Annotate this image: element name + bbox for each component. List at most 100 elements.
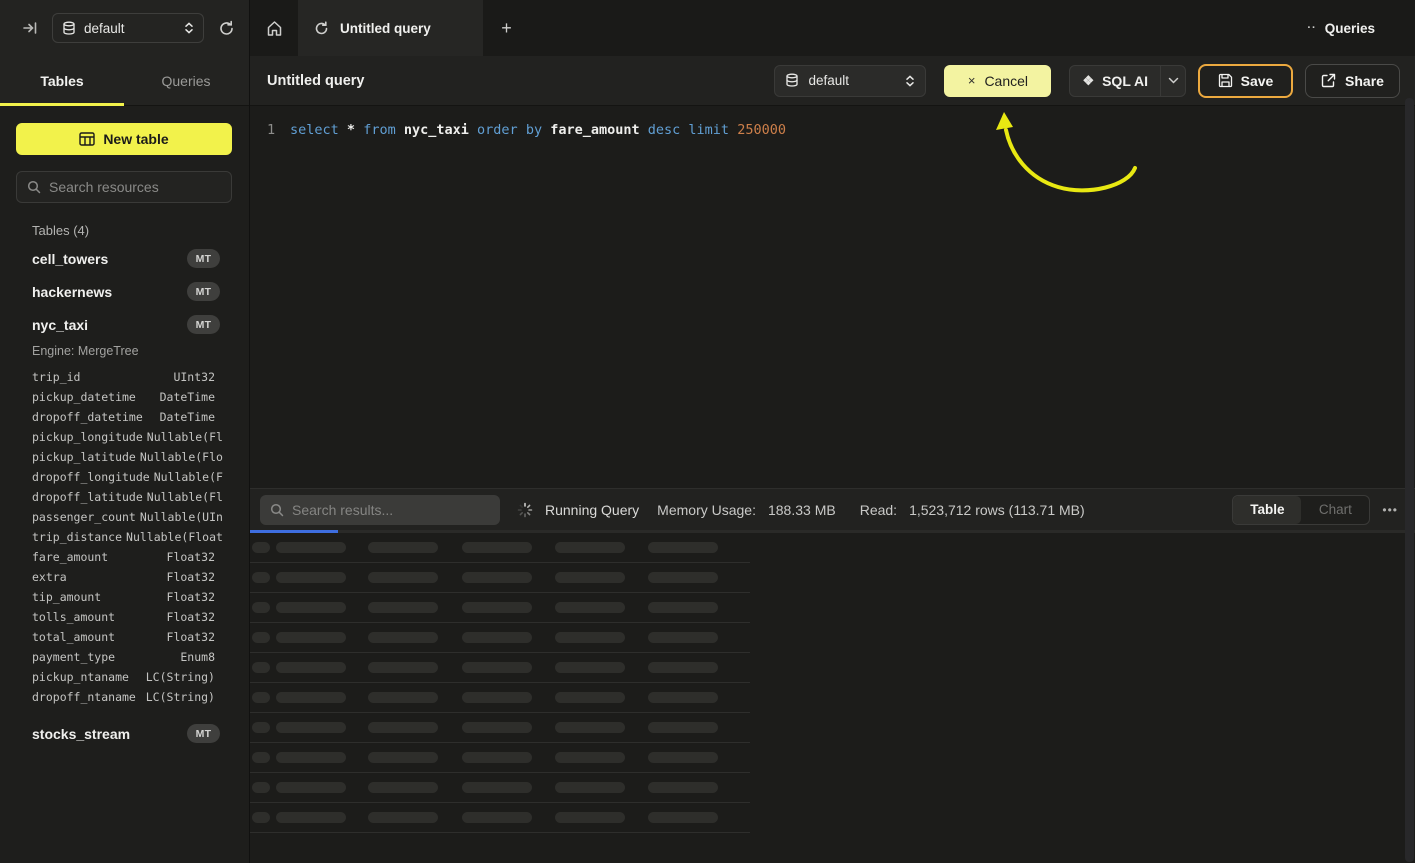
page-title: Untitled query — [267, 73, 364, 89]
cancel-button[interactable]: × Cancel — [944, 65, 1051, 97]
skeleton-cell — [368, 602, 438, 613]
skeleton-row — [250, 713, 750, 743]
topbar-database-selector[interactable]: default — [52, 13, 204, 43]
sync-icon — [314, 21, 329, 36]
sparkle-icon: ❖ — [1082, 73, 1094, 89]
column-row: dropoff_ntanameLC(String) — [32, 687, 215, 707]
cancel-label: Cancel — [984, 73, 1028, 89]
skeleton-cell — [555, 632, 625, 643]
sidebar-collapse-icon[interactable] — [22, 20, 38, 36]
line-number: 1 — [267, 120, 290, 140]
table-grid-icon — [79, 132, 95, 146]
skeleton-cell — [252, 752, 270, 763]
search-resources-input[interactable] — [49, 179, 230, 195]
sidebar-table-cell_towers[interactable]: cell_towersMT — [0, 242, 232, 275]
top-bar: default Untitled query + ·· Queries — [0, 0, 1415, 56]
new-table-button[interactable]: New table — [16, 123, 232, 155]
skeleton-cell — [368, 692, 438, 703]
header-database-value: default — [808, 73, 896, 88]
refresh-icon[interactable] — [218, 20, 235, 37]
sql-ai-dropdown[interactable] — [1160, 66, 1185, 96]
skeleton-table — [250, 533, 1415, 833]
column-row: extraFloat32 — [32, 567, 215, 587]
sidebar-tab-tables[interactable]: Tables — [0, 56, 124, 105]
skeleton-cell — [252, 572, 270, 583]
database-icon — [785, 73, 799, 88]
skeleton-cell — [555, 662, 625, 673]
more-options-button[interactable]: ••• — [1382, 503, 1398, 517]
skeleton-cell — [555, 752, 625, 763]
sidebar: Tables Queries New table Tables (4) cell… — [0, 56, 250, 863]
skeleton-cell — [276, 782, 346, 793]
query-progress-track — [250, 530, 1415, 533]
skeleton-cell — [555, 782, 625, 793]
skeleton-cell — [368, 632, 438, 643]
search-results-input[interactable] — [292, 502, 490, 518]
save-button[interactable]: Save — [1198, 64, 1293, 98]
skeleton-cell — [462, 632, 532, 643]
query-header-actions: default × Cancel ❖ SQL AI — [774, 64, 1400, 98]
skeleton-cell — [276, 812, 346, 823]
skeleton-cell — [368, 722, 438, 733]
column-row: tolls_amountFloat32 — [32, 607, 215, 627]
sql-editor[interactable]: 1 select * from nyc_taxi order by fare_a… — [250, 106, 1415, 488]
skeleton-cell — [462, 812, 532, 823]
skeleton-row — [250, 743, 750, 773]
skeleton-cell — [648, 662, 718, 673]
sidebar-table-nyc_taxi[interactable]: nyc_taxiMT — [0, 308, 232, 341]
save-icon — [1218, 73, 1233, 88]
new-table-label: New table — [103, 131, 168, 147]
skeleton-cell — [462, 602, 532, 613]
home-tab[interactable] — [250, 0, 298, 56]
queries-link[interactable]: ·· Queries — [1307, 0, 1415, 56]
skeleton-row — [250, 563, 750, 593]
skeleton-cell — [252, 782, 270, 793]
toggle-table[interactable]: Table — [1233, 496, 1301, 524]
skeleton-cell — [276, 572, 346, 583]
tables-section-label: Tables (4) — [32, 223, 232, 238]
tab-label: Untitled query — [340, 21, 431, 36]
top-bar-left: default — [0, 0, 250, 56]
column-row: payment_typeEnum8 — [32, 647, 215, 667]
skeleton-cell — [648, 782, 718, 793]
sidebar-table-stocks_stream[interactable]: stocks_streamMT — [0, 717, 232, 750]
close-icon: × — [968, 73, 976, 88]
skeleton-cell — [555, 722, 625, 733]
column-row: fare_amountFloat32 — [32, 547, 215, 567]
plus-icon: + — [501, 18, 512, 39]
skeleton-cell — [462, 692, 532, 703]
header-database-selector[interactable]: default — [774, 65, 926, 97]
column-row: trip_idUInt32 — [32, 367, 215, 387]
queries-link-label: Queries — [1325, 21, 1375, 36]
new-tab-button[interactable]: + — [483, 0, 530, 56]
status-text: Running Query — [545, 502, 639, 518]
memory-usage-value: 188.33 MB — [768, 502, 836, 518]
skeleton-cell — [368, 572, 438, 583]
read-label: Read: — [860, 502, 897, 518]
skeleton-cell — [648, 812, 718, 823]
query-progress-fill — [250, 530, 338, 533]
vertical-scrollbar[interactable] — [1405, 98, 1414, 862]
column-row: passenger_countNullable(UIn — [32, 507, 215, 527]
skeleton-cell — [648, 542, 718, 553]
skeleton-cell — [252, 692, 270, 703]
skeleton-cell — [276, 602, 346, 613]
column-row: pickup_datetimeDateTime — [32, 387, 215, 407]
skeleton-cell — [252, 662, 270, 673]
skeleton-cell — [555, 812, 625, 823]
query-header: Untitled query default × Cancel ❖ SQL AI — [250, 56, 1415, 106]
engine-badge: MT — [187, 724, 220, 743]
sidebar-tab-queries[interactable]: Queries — [124, 56, 248, 105]
search-icon — [27, 180, 41, 194]
toggle-chart[interactable]: Chart — [1301, 496, 1369, 524]
skeleton-cell — [648, 722, 718, 733]
tab-untitled-query[interactable]: Untitled query — [298, 0, 483, 56]
skeleton-cell — [555, 572, 625, 583]
skeleton-row — [250, 533, 750, 563]
sql-ai-main[interactable]: ❖ SQL AI — [1070, 66, 1160, 96]
engine-badge: MT — [187, 282, 220, 301]
sidebar-table-hackernews[interactable]: hackernewsMT — [0, 275, 232, 308]
column-row: dropoff_latitudeNullable(Fl — [32, 487, 215, 507]
skeleton-cell — [368, 662, 438, 673]
share-button[interactable]: Share — [1305, 64, 1400, 98]
